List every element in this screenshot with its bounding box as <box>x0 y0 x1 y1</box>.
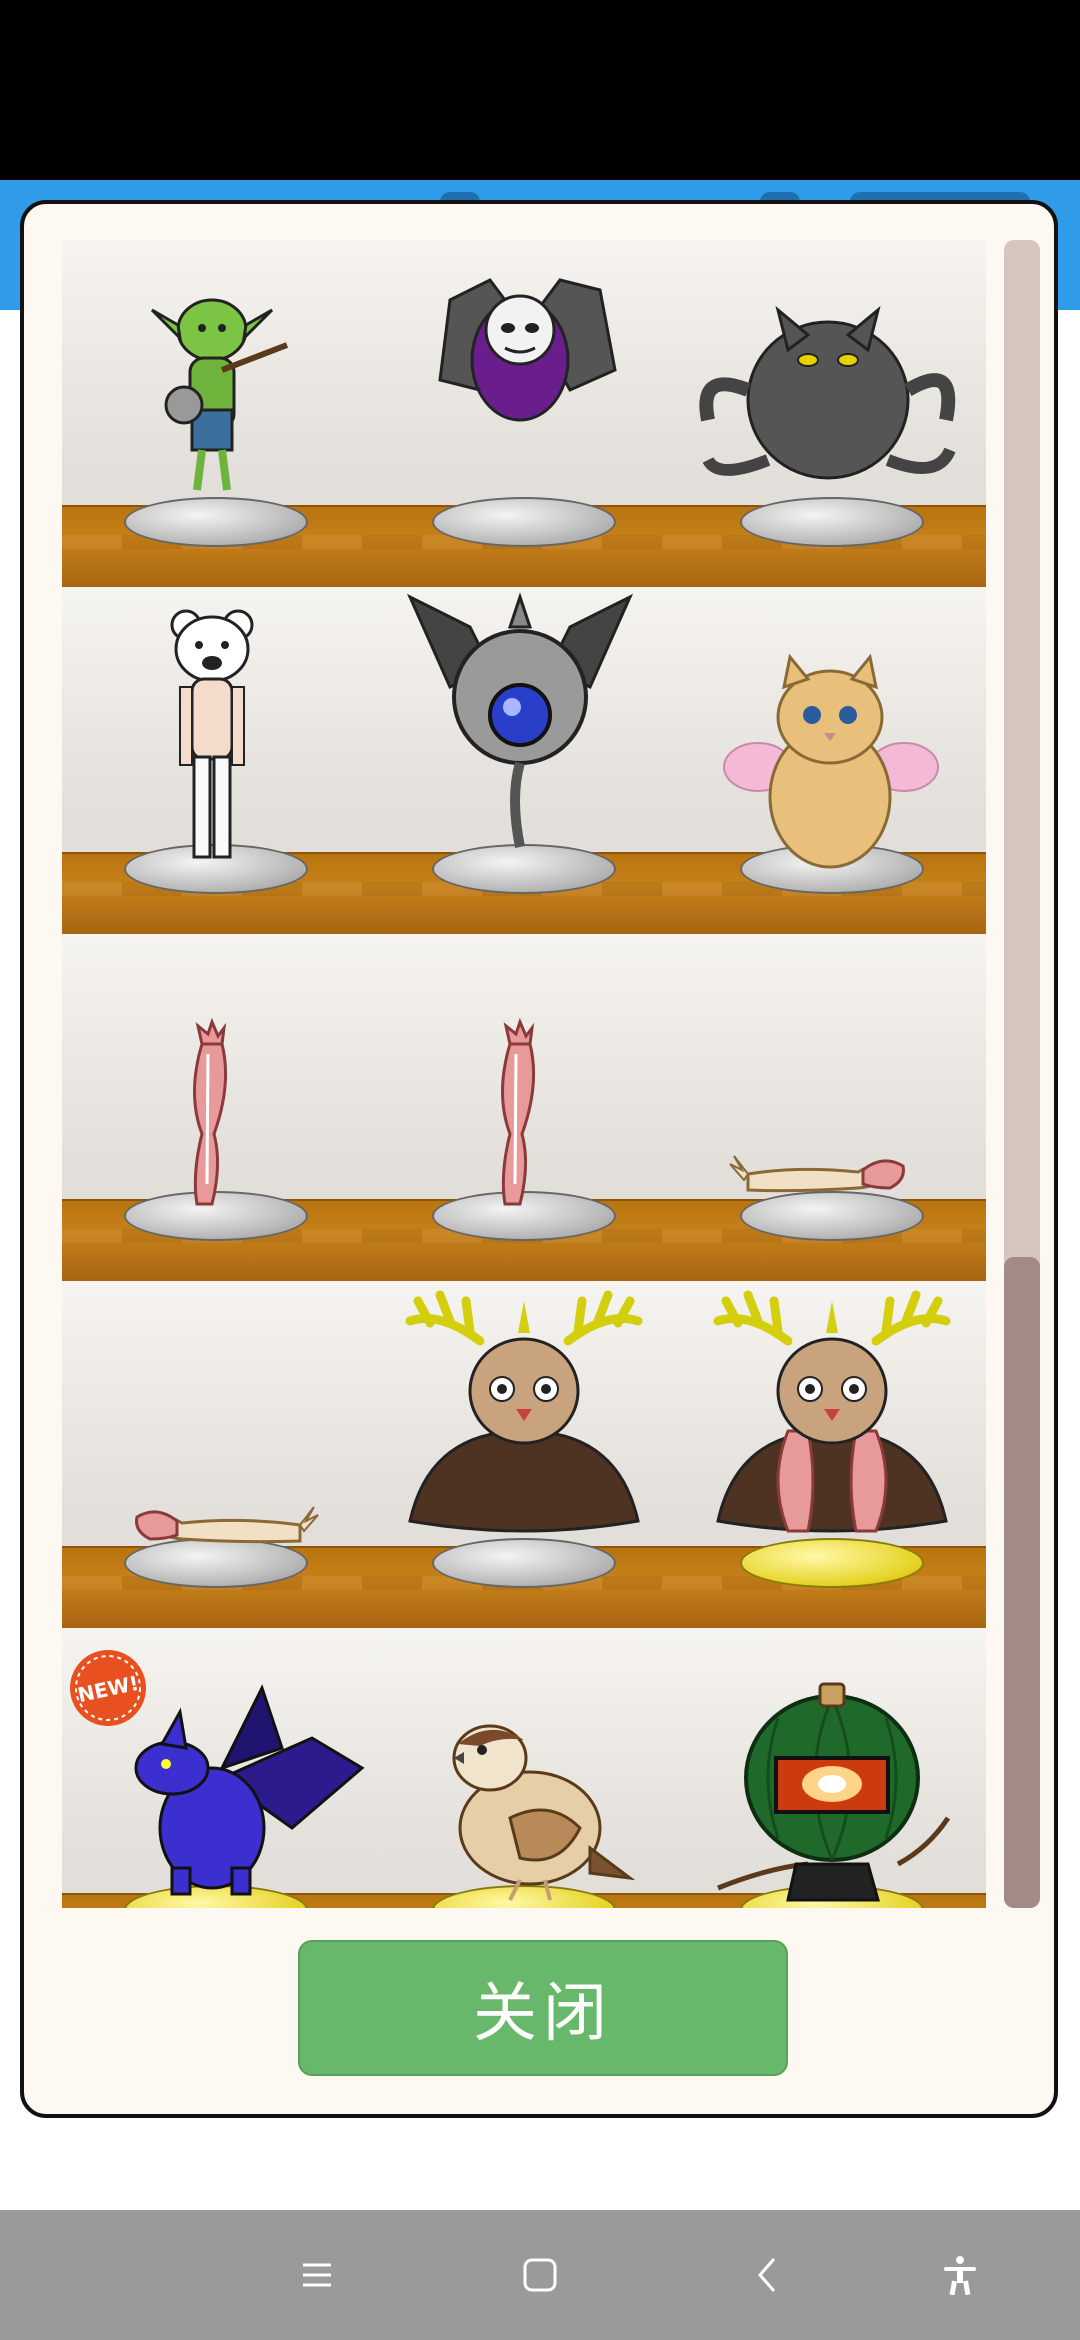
accessibility-icon[interactable] <box>925 2240 995 2310</box>
shelf-slot[interactable] <box>62 587 370 934</box>
shelf-slot[interactable] <box>678 1628 986 1908</box>
shelf-slot[interactable] <box>370 1281 678 1628</box>
muscle-arm-figure <box>678 934 986 1281</box>
scrollbar-track[interactable] <box>1004 240 1040 1908</box>
shelf-slot[interactable] <box>370 240 678 587</box>
shelf-row-3 <box>62 934 986 1281</box>
shelf-slot[interactable] <box>62 1281 370 1628</box>
masked-bat-figure <box>370 240 678 587</box>
scrollbar-thumb[interactable] <box>1004 1257 1040 1908</box>
sparrow-figure <box>370 1628 678 1908</box>
muscle-leg-figure <box>62 934 370 1281</box>
shelf-slot[interactable] <box>370 1628 678 1908</box>
goblin-figure <box>62 240 370 587</box>
shelf-list[interactable]: NEW! <box>62 240 986 1908</box>
shelf-slot[interactable] <box>62 934 370 1281</box>
shelf-slot[interactable] <box>62 240 370 587</box>
shelf-row-2 <box>62 587 986 934</box>
status-bar <box>0 0 1080 180</box>
close-button[interactable]: 关闭 <box>298 1940 788 2076</box>
home-icon[interactable] <box>505 2240 575 2310</box>
muscle-arm-figure-2 <box>62 1281 370 1628</box>
collection-dialog: NEW! 关闭 <box>20 200 1058 2118</box>
system-nav-bar <box>0 2210 1080 2340</box>
shelf-row-4 <box>62 1281 986 1628</box>
shelf-slot[interactable] <box>370 587 678 934</box>
winged-kitten-figure <box>678 587 986 934</box>
blue-dragon-figure: NEW! <box>62 1628 370 1908</box>
shelf-slot[interactable]: NEW! <box>62 1628 370 1908</box>
new-badge: NEW! <box>70 1650 146 1726</box>
shelf-slot[interactable] <box>678 1281 986 1628</box>
antlered-beast-bust-figure <box>370 1281 678 1628</box>
bear-man-figure <box>62 587 370 934</box>
shelf-slot[interactable] <box>678 240 986 587</box>
antlered-beast-full-figure <box>678 1281 986 1628</box>
shelf-slot[interactable] <box>678 934 986 1281</box>
eye-orb-bat-figure <box>370 587 678 934</box>
shelf-row-5: NEW! <box>62 1628 986 1908</box>
shelf-row-1 <box>62 240 986 587</box>
gray-cat-figure <box>678 240 986 587</box>
shelf-slot[interactable] <box>370 934 678 1281</box>
pumpkin-figure <box>678 1628 986 1908</box>
shelf-slot[interactable] <box>678 587 986 934</box>
back-icon[interactable] <box>733 2240 803 2310</box>
muscle-leg-figure-2 <box>370 934 678 1281</box>
menu-icon[interactable] <box>282 2240 352 2310</box>
